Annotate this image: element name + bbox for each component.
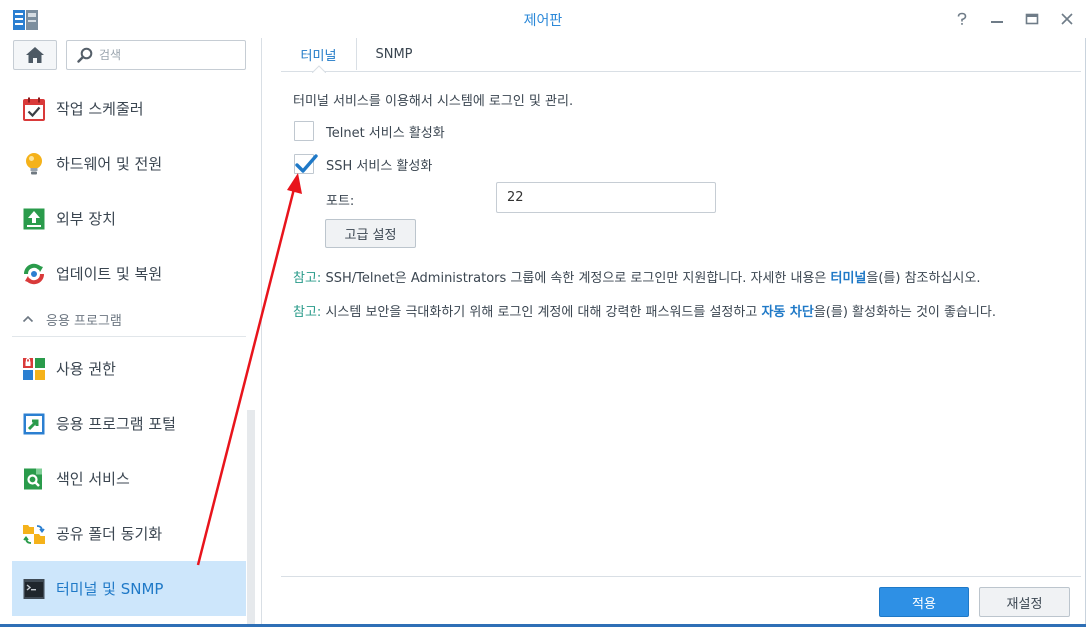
sidebar-item-label: 작업 스케줄러 [56,100,144,118]
sidebar-item-indexing-service[interactable]: 색인 서비스 [12,451,246,506]
external-device-icon [23,208,45,229]
sidebar-item-terminal-snmp[interactable]: 터미널 및 SNMP [12,561,246,616]
tab-snmp[interactable]: SNMP [357,38,431,70]
close-icon[interactable] [1058,10,1076,28]
sidebar-item-label: 공유 폴더 동기화 [56,525,163,543]
note-prefix: 참고: [293,305,322,320]
tab-bar: 터미널 SNMP [281,38,1081,73]
terminal-description: 터미널 서비스를 이용해서 시스템에 로그인 및 관리. [293,94,574,109]
sidebar-item-task-scheduler[interactable]: 작업 스케줄러 [12,81,246,136]
sidebar-item-label: 업데이트 및 복원 [56,265,163,283]
note-text: 시스템 보안을 극대화하기 위해 로그인 계정에 대해 강력한 패스워드를 설정… [321,305,762,320]
title-bar: 제어판 [0,0,1086,38]
update-restore-icon [24,263,44,284]
sidebar-item-privileges[interactable]: 사용 권한 [12,341,246,396]
maximize-icon[interactable] [1023,10,1041,28]
note-security: 참고: 시스템 보안을 극대화하기 위해 로그인 계정에 대해 강력한 패스워드… [293,302,1063,324]
home-icon [26,47,44,63]
sidebar-item-label: 터미널 및 SNMP [56,580,164,598]
note-text: 을(를) 활성화하는 것이 좋습니다. [813,305,996,320]
section-header-label: 응용 프로그램 [46,313,122,329]
home-button[interactable] [13,40,57,70]
sidebar-item-label: 외부 장치 [56,210,116,228]
terminal-help-link[interactable]: 터미널 [831,271,867,286]
port-input[interactable] [496,182,716,213]
ssh-label: SSH 서비스 활성화 [326,158,433,174]
telnet-checkbox-row[interactable]: Telnet 서비스 활성화 [294,121,445,141]
app-portal-icon [23,413,45,434]
auto-block-link[interactable]: 자동 차단 [761,305,813,320]
footer-divider [281,576,1081,577]
sidebar-item-hardware-power[interactable]: 하드웨어 및 전원 [12,136,246,191]
help-icon[interactable] [953,10,971,28]
shared-folder-sync-icon [23,524,45,544]
advanced-settings-button[interactable]: 고급 설정 [325,219,416,248]
sidebar: 작업 스케줄러 하드웨어 및 전원 외부 장치 [0,38,262,627]
search-box[interactable] [66,40,246,70]
checkmark-icon [295,154,318,173]
tab-active-indicator [312,65,326,73]
note-text: 을(를) 참조하십시오. [866,271,981,286]
control-panel-window: 제어판 작 [0,0,1086,627]
apply-button[interactable]: 적용 [879,587,969,617]
sidebar-item-label: 색인 서비스 [56,470,130,488]
sidebar-item-label: 사용 권한 [56,360,116,378]
ssh-checkbox-row[interactable]: SSH 서비스 활성화 [294,154,432,174]
terminal-icon [23,578,45,599]
sidebar-item-application-portal[interactable]: 응용 프로그램 포털 [12,396,246,451]
reset-button[interactable]: 재설정 [979,587,1070,617]
privileges-icon [23,357,45,380]
sidebar-item-label: 하드웨어 및 전원 [56,155,163,173]
minimize-icon[interactable] [988,10,1006,28]
sidebar-item-shared-folder-sync[interactable]: 공유 폴더 동기화 [12,506,246,561]
section-divider [12,336,246,337]
ssh-checkbox[interactable] [294,154,318,174]
sidebar-item-label: 응용 프로그램 포털 [56,415,176,433]
telnet-label: Telnet 서비스 활성화 [326,125,445,141]
chevron-up-icon [22,315,34,323]
lightbulb-icon [26,152,42,174]
main-panel: 터미널 SNMP 터미널 서비스를 이용해서 시스템에 로그인 및 관리. Te… [263,38,1085,627]
sidebar-item-update-restore[interactable]: 업데이트 및 복원 [12,246,246,301]
window-title: 제어판 [523,13,563,29]
search-icon [77,47,93,63]
telnet-checkbox[interactable] [294,121,314,141]
port-label: 포트: [326,194,355,209]
section-header-applications[interactable]: 응용 프로그램 [22,310,122,329]
note-text: SSH/Telnet은 Administrators 그룹에 속한 계정으로 로… [321,271,831,286]
calendar-check-icon [23,97,45,121]
search-input[interactable] [99,46,239,64]
note-ssh-telnet: 참고: SSH/Telnet은 Administrators 그룹에 속한 계정… [293,268,1063,290]
note-prefix: 참고: [293,271,322,286]
sidebar-scrollbar[interactable] [247,410,255,627]
indexing-search-icon [24,468,42,489]
sidebar-item-external-devices[interactable]: 외부 장치 [12,191,246,246]
